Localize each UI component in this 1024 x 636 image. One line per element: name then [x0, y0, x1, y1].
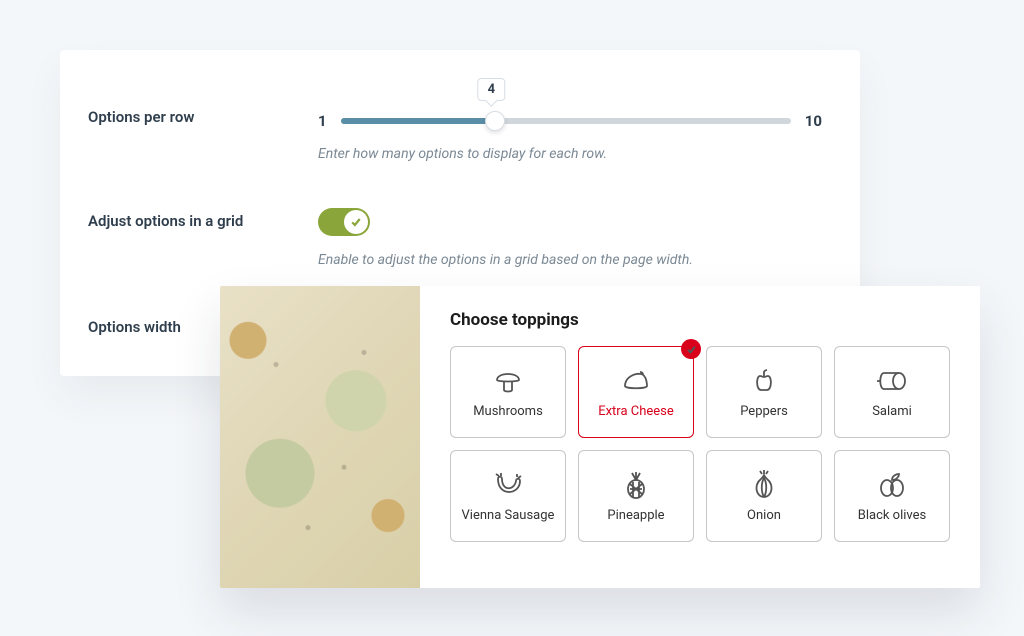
pepper-icon	[747, 366, 781, 396]
slider-min-label: 1	[318, 112, 327, 130]
onion-icon	[747, 470, 781, 500]
adjust-grid-help: Enable to adjust the options in a grid b…	[318, 252, 822, 268]
check-icon	[686, 344, 697, 355]
salami-icon	[875, 366, 909, 396]
options-preview-card: Choose toppings Mushrooms Extra Cheese	[220, 286, 980, 588]
topping-label: Black olives	[858, 508, 927, 523]
olives-icon	[875, 470, 909, 500]
pineapple-icon	[619, 470, 653, 500]
topping-mushrooms[interactable]: Mushrooms	[450, 346, 566, 438]
sausage-icon	[491, 470, 525, 500]
adjust-grid-label: Adjust options in a grid	[88, 208, 318, 230]
toppings-title: Choose toppings	[450, 310, 950, 330]
topping-label: Extra Cheese	[598, 404, 674, 419]
setting-options-per-row: Options per row 4 1 10 Enter how many op…	[88, 78, 822, 162]
topping-label: Peppers	[740, 404, 788, 419]
slider-max-label: 10	[805, 112, 822, 130]
topping-peppers[interactable]: Peppers	[706, 346, 822, 438]
options-per-row-help: Enter how many options to display for ea…	[318, 146, 822, 162]
topping-label: Salami	[872, 404, 912, 419]
toppings-grid: Mushrooms Extra Cheese Peppers	[450, 346, 950, 542]
options-per-row-slider[interactable]: 4 1 10	[318, 78, 822, 130]
slider-thumb[interactable]	[485, 111, 505, 131]
mushroom-icon	[491, 366, 525, 396]
topping-label: Vienna Sausage	[462, 508, 555, 523]
topping-salami[interactable]: Salami	[834, 346, 950, 438]
cheese-icon	[619, 366, 653, 396]
topping-label: Mushrooms	[473, 404, 543, 419]
check-icon	[350, 216, 362, 228]
topping-black-olives[interactable]: Black olives	[834, 450, 950, 542]
adjust-grid-toggle[interactable]	[318, 208, 370, 236]
topping-extra-cheese[interactable]: Extra Cheese	[578, 346, 694, 438]
setting-adjust-grid: Adjust options in a grid Enable to adjus…	[88, 208, 822, 268]
topping-label: Pineapple	[607, 508, 664, 523]
topping-pineapple[interactable]: Pineapple	[578, 450, 694, 542]
pizza-product-image	[220, 286, 420, 588]
selected-badge	[681, 339, 701, 359]
slider-track[interactable]	[341, 118, 791, 124]
options-per-row-label: Options per row	[88, 78, 318, 126]
topping-vienna-sausage[interactable]: Vienna Sausage	[450, 450, 566, 542]
slider-value-tooltip: 4	[478, 78, 505, 101]
topping-onion[interactable]: Onion	[706, 450, 822, 542]
toggle-knob	[344, 210, 368, 234]
slider-fill	[341, 118, 496, 124]
topping-label: Onion	[747, 508, 781, 523]
